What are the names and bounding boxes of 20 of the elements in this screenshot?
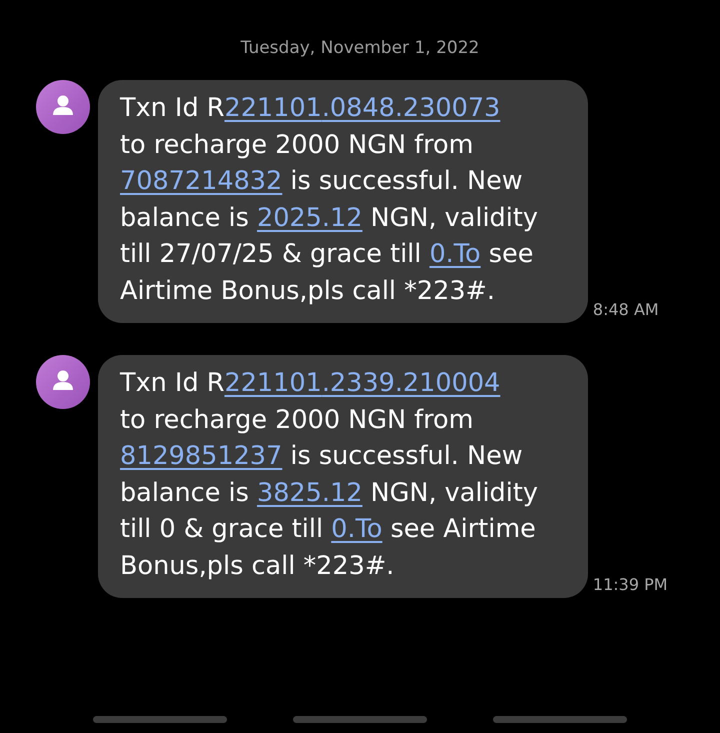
link[interactable]: 2025.12 <box>256 202 362 232</box>
avatar-icon[interactable] <box>36 355 90 409</box>
link[interactable]: 3825.12 <box>256 478 362 508</box>
link[interactable]: 7087214832 <box>120 166 282 196</box>
link[interactable]: .0848.230073 <box>322 93 500 123</box>
date-header: Tuesday, November 1, 2022 <box>240 38 480 58</box>
navigation-bar-handle[interactable] <box>293 716 427 723</box>
link[interactable]: 0.To <box>429 239 481 269</box>
message-text: Txn Id R221101.0848.230073 to recharge 2000 NGN from 7087214832 is successful. New balance is 2025.12 NGN, validity till 27/07/25 & grace till 0.To see Airtime Bonus,pls call *223#. <box>120 92 538 308</box>
avatar-icon[interactable] <box>36 80 90 134</box>
link[interactable]: 0.To <box>331 514 382 544</box>
timestamp: 8:48 AM <box>592 300 659 319</box>
link[interactable]: 8129851237 <box>120 441 282 471</box>
navigation-bar-handle[interactable] <box>93 716 227 723</box>
message-text: Txn Id R221101.2339.210004 to recharge 2000 NGN from 8129851237 is successful. New balance is 3825.12 NGN, validity till 0 & grace till 0.To see Airtime Bonus,pls call *223#. <box>120 367 538 582</box>
timestamp: 11:39 PM <box>592 575 668 594</box>
link[interactable]: 221101 <box>224 368 322 398</box>
link[interactable]: .2339.210004 <box>322 368 500 398</box>
navigation-bar-handle[interactable] <box>493 716 627 723</box>
link[interactable]: 221101 <box>224 93 322 123</box>
